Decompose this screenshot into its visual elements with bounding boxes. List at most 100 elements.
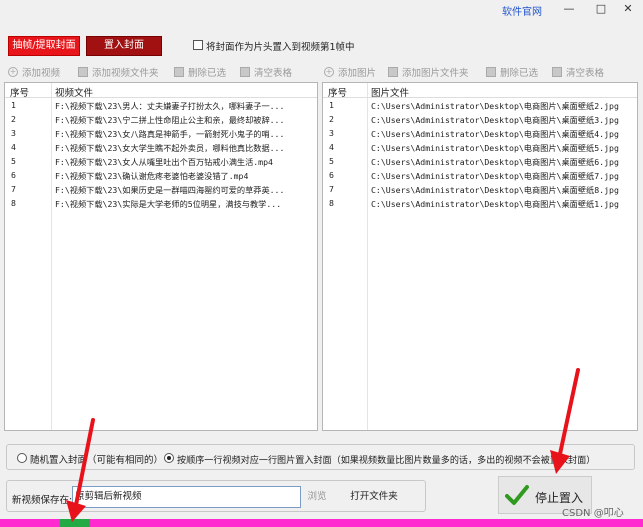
row-number: 2 [11,114,16,124]
delete-selected-image-label: 删除已选 [500,68,539,79]
table-row[interactable]: 7 C:\Users\Administrator\Desktop\电商图片\桌面壁… [323,182,637,196]
progress-strip [0,519,643,527]
table-row[interactable]: 8 C:\Users\Administrator\Desktop\电商图片\桌面壁… [323,196,637,210]
row-file-path: F:\视频下载\23\女大学生瞧不起外卖员，哪料他真比数据... [55,143,285,153]
save-path-input[interactable]: 原剪辑后新视频 [72,486,301,508]
row-file-path: C:\Users\Administrator\Desktop\电商图片\桌面壁纸… [371,115,619,125]
table-row[interactable]: 6 F:\视频下载\23\确认谢危疼老婆怕老婆没错了.mp4 [5,168,317,182]
add-video-label: 添加视频 [22,68,61,79]
sequential-insert-radio[interactable] [164,453,174,463]
folder-icon [388,67,398,77]
row-number: 7 [329,184,334,194]
table-row[interactable]: 5 F:\视频下载\23\女人从嘴里吐出个百万钻戒小满生活.mp4 [5,154,317,168]
cover-as-head-checkbox[interactable] [193,40,203,50]
browse-button[interactable]: 浏览 [302,487,332,507]
table-row[interactable]: 5 C:\Users\Administrator\Desktop\电商图片\桌面壁… [323,154,637,168]
column-header-no: 序号 [10,88,30,99]
table-row[interactable]: 6 C:\Users\Administrator\Desktop\电商图片\桌面壁… [323,168,637,182]
clear-image-table-button[interactable]: 清空表格 [552,65,604,79]
watermark: CSDN @叩心 [562,508,624,519]
delete-icon [174,67,184,77]
image-table[interactable]: 序号 图片文件 1 C:\Users\Administrator\Desktop\… [322,82,638,431]
add-image-folder-button[interactable]: 添加图片文件夹 [388,65,469,79]
delete-icon [486,67,496,77]
row-number: 4 [11,142,16,152]
table-row[interactable]: 4 F:\视频下载\23\女大学生瞧不起外卖员，哪料他真比数据... [5,140,317,154]
add-video-button[interactable]: + 添加视频 [8,65,60,79]
table-row[interactable]: 2 F:\视频下载\23\宁二拼上性命阻止公主和亲，最终却被辞... [5,112,317,126]
row-number: 4 [329,142,334,152]
row-file-path: F:\视频下载\23\女八路真是神箭手，一箭射死小鬼子的哨... [55,129,285,139]
save-location-label: 新视频保存在: [12,495,73,506]
row-file-path: C:\Users\Administrator\Desktop\电商图片\桌面壁纸… [371,171,619,181]
table-row[interactable]: 8 F:\视频下载\23\实际是大学老师的5位明星，满技与教学... [5,196,317,210]
column-header-video-file: 视频文件 [55,88,94,99]
clear-video-table-label: 清空表格 [254,68,293,79]
open-folder-button[interactable]: 打开文件夹 [344,487,404,507]
extract-cover-button[interactable]: 抽帧/提取封面 [8,36,80,56]
row-file-path: F:\视频下载\23\男人：丈夫嫌妻子打扮太久，哪料妻子一... [55,101,285,111]
row-file-path: F:\视频下载\23\实际是大学老师的5位明星，满技与教学... [55,199,282,209]
row-file-path: F:\视频下载\23\如果历史是一群喵四海罂约可爱的草莽英... [55,185,285,195]
row-number: 1 [11,100,16,110]
insert-cover-button[interactable]: 置入封面 [86,36,162,56]
add-image-folder-label: 添加图片文件夹 [402,68,469,79]
row-number: 6 [11,170,16,180]
clear-video-table-button[interactable]: 清空表格 [240,65,292,79]
delete-selected-video-button[interactable]: 删除已选 [174,65,226,79]
column-header-image-file: 图片文件 [371,88,410,99]
delete-selected-video-label: 删除已选 [188,68,227,79]
clear-icon [552,67,562,77]
cover-as-head-label: 将封面作为片头置入到视频第1帧中 [206,42,355,53]
row-file-path: C:\Users\Administrator\Desktop\电商图片\桌面壁纸… [371,185,619,195]
clear-icon [240,67,250,77]
add-image-label: 添加图片 [338,68,377,79]
table-row[interactable]: 2 C:\Users\Administrator\Desktop\电商图片\桌面壁… [323,112,637,126]
random-insert-radio[interactable] [17,453,27,463]
table-row[interactable]: 3 F:\视频下载\23\女八路真是神箭手，一箭射死小鬼子的哨... [5,126,317,140]
add-video-folder-button[interactable]: 添加视频文件夹 [78,65,159,79]
row-number: 3 [329,128,334,138]
table-row[interactable]: 7 F:\视频下载\23\如果历史是一群喵四海罂约可爱的草莽英... [5,182,317,196]
row-file-path: F:\视频下载\23\女人从嘴里吐出个百万钻戒小满生活.mp4 [55,157,273,167]
image-table-header: 序号 图片文件 [323,83,637,99]
video-table-header: 序号 视频文件 [5,83,317,99]
row-file-path: C:\Users\Administrator\Desktop\电商图片\桌面壁纸… [371,157,619,167]
row-number: 6 [329,170,334,180]
table-row[interactable]: 1 C:\Users\Administrator\Desktop\电商图片\桌面壁… [323,98,637,112]
row-file-path: C:\Users\Administrator\Desktop\电商图片\桌面壁纸… [371,143,619,153]
add-image-button[interactable]: + 添加图片 [324,65,376,79]
sequential-insert-label: 按顺序一行视频对应一行图片置入封面（如果视频数量比图片数量多的话，多出的视频不会… [177,456,596,466]
close-button[interactable]: ✕ [620,2,636,15]
row-number: 7 [11,184,16,194]
delete-selected-image-button[interactable]: 删除已选 [486,65,538,79]
row-file-path: F:\视频下载\23\宁二拼上性命阻止公主和亲，最终却被辞... [55,115,285,125]
random-insert-label: 随机置入封面（可能有相同的） [30,455,164,466]
row-number: 1 [329,100,334,110]
folder-icon [78,67,88,77]
official-site-link[interactable]: 软件官网 [502,3,542,18]
row-file-path: C:\Users\Administrator\Desktop\电商图片\桌面壁纸… [371,199,619,209]
row-number: 5 [329,156,334,166]
row-number: 3 [11,128,16,138]
clear-image-table-label: 清空表格 [566,68,605,79]
plus-circle-icon: + [324,67,334,77]
table-row[interactable]: 4 C:\Users\Administrator\Desktop\电商图片\桌面壁… [323,140,637,154]
row-number: 5 [11,156,16,166]
row-number: 2 [329,114,334,124]
table-row[interactable]: 1 F:\视频下载\23\男人：丈夫嫌妻子打扮太久，哪料妻子一... [5,98,317,112]
table-row[interactable]: 3 C:\Users\Administrator\Desktop\电商图片\桌面壁… [323,126,637,140]
check-icon [505,485,529,505]
column-header-no: 序号 [328,88,348,99]
row-number: 8 [329,198,334,208]
video-table[interactable]: 序号 视频文件 1 F:\视频下载\23\男人：丈夫嫌妻子打扮太久，哪料妻子一..… [4,82,318,431]
taskbar-thumbnail [60,519,90,527]
plus-circle-icon: + [8,67,18,77]
restore-button[interactable]: □ [593,2,609,15]
row-file-path: C:\Users\Administrator\Desktop\电商图片\桌面壁纸… [371,101,619,111]
row-file-path: C:\Users\Administrator\Desktop\电商图片\桌面壁纸… [371,129,619,139]
row-number: 8 [11,198,16,208]
row-file-path: F:\视频下载\23\确认谢危疼老婆怕老婆没错了.mp4 [55,171,249,181]
minimize-button[interactable]: — [561,2,577,15]
add-video-folder-label: 添加视频文件夹 [92,68,159,79]
